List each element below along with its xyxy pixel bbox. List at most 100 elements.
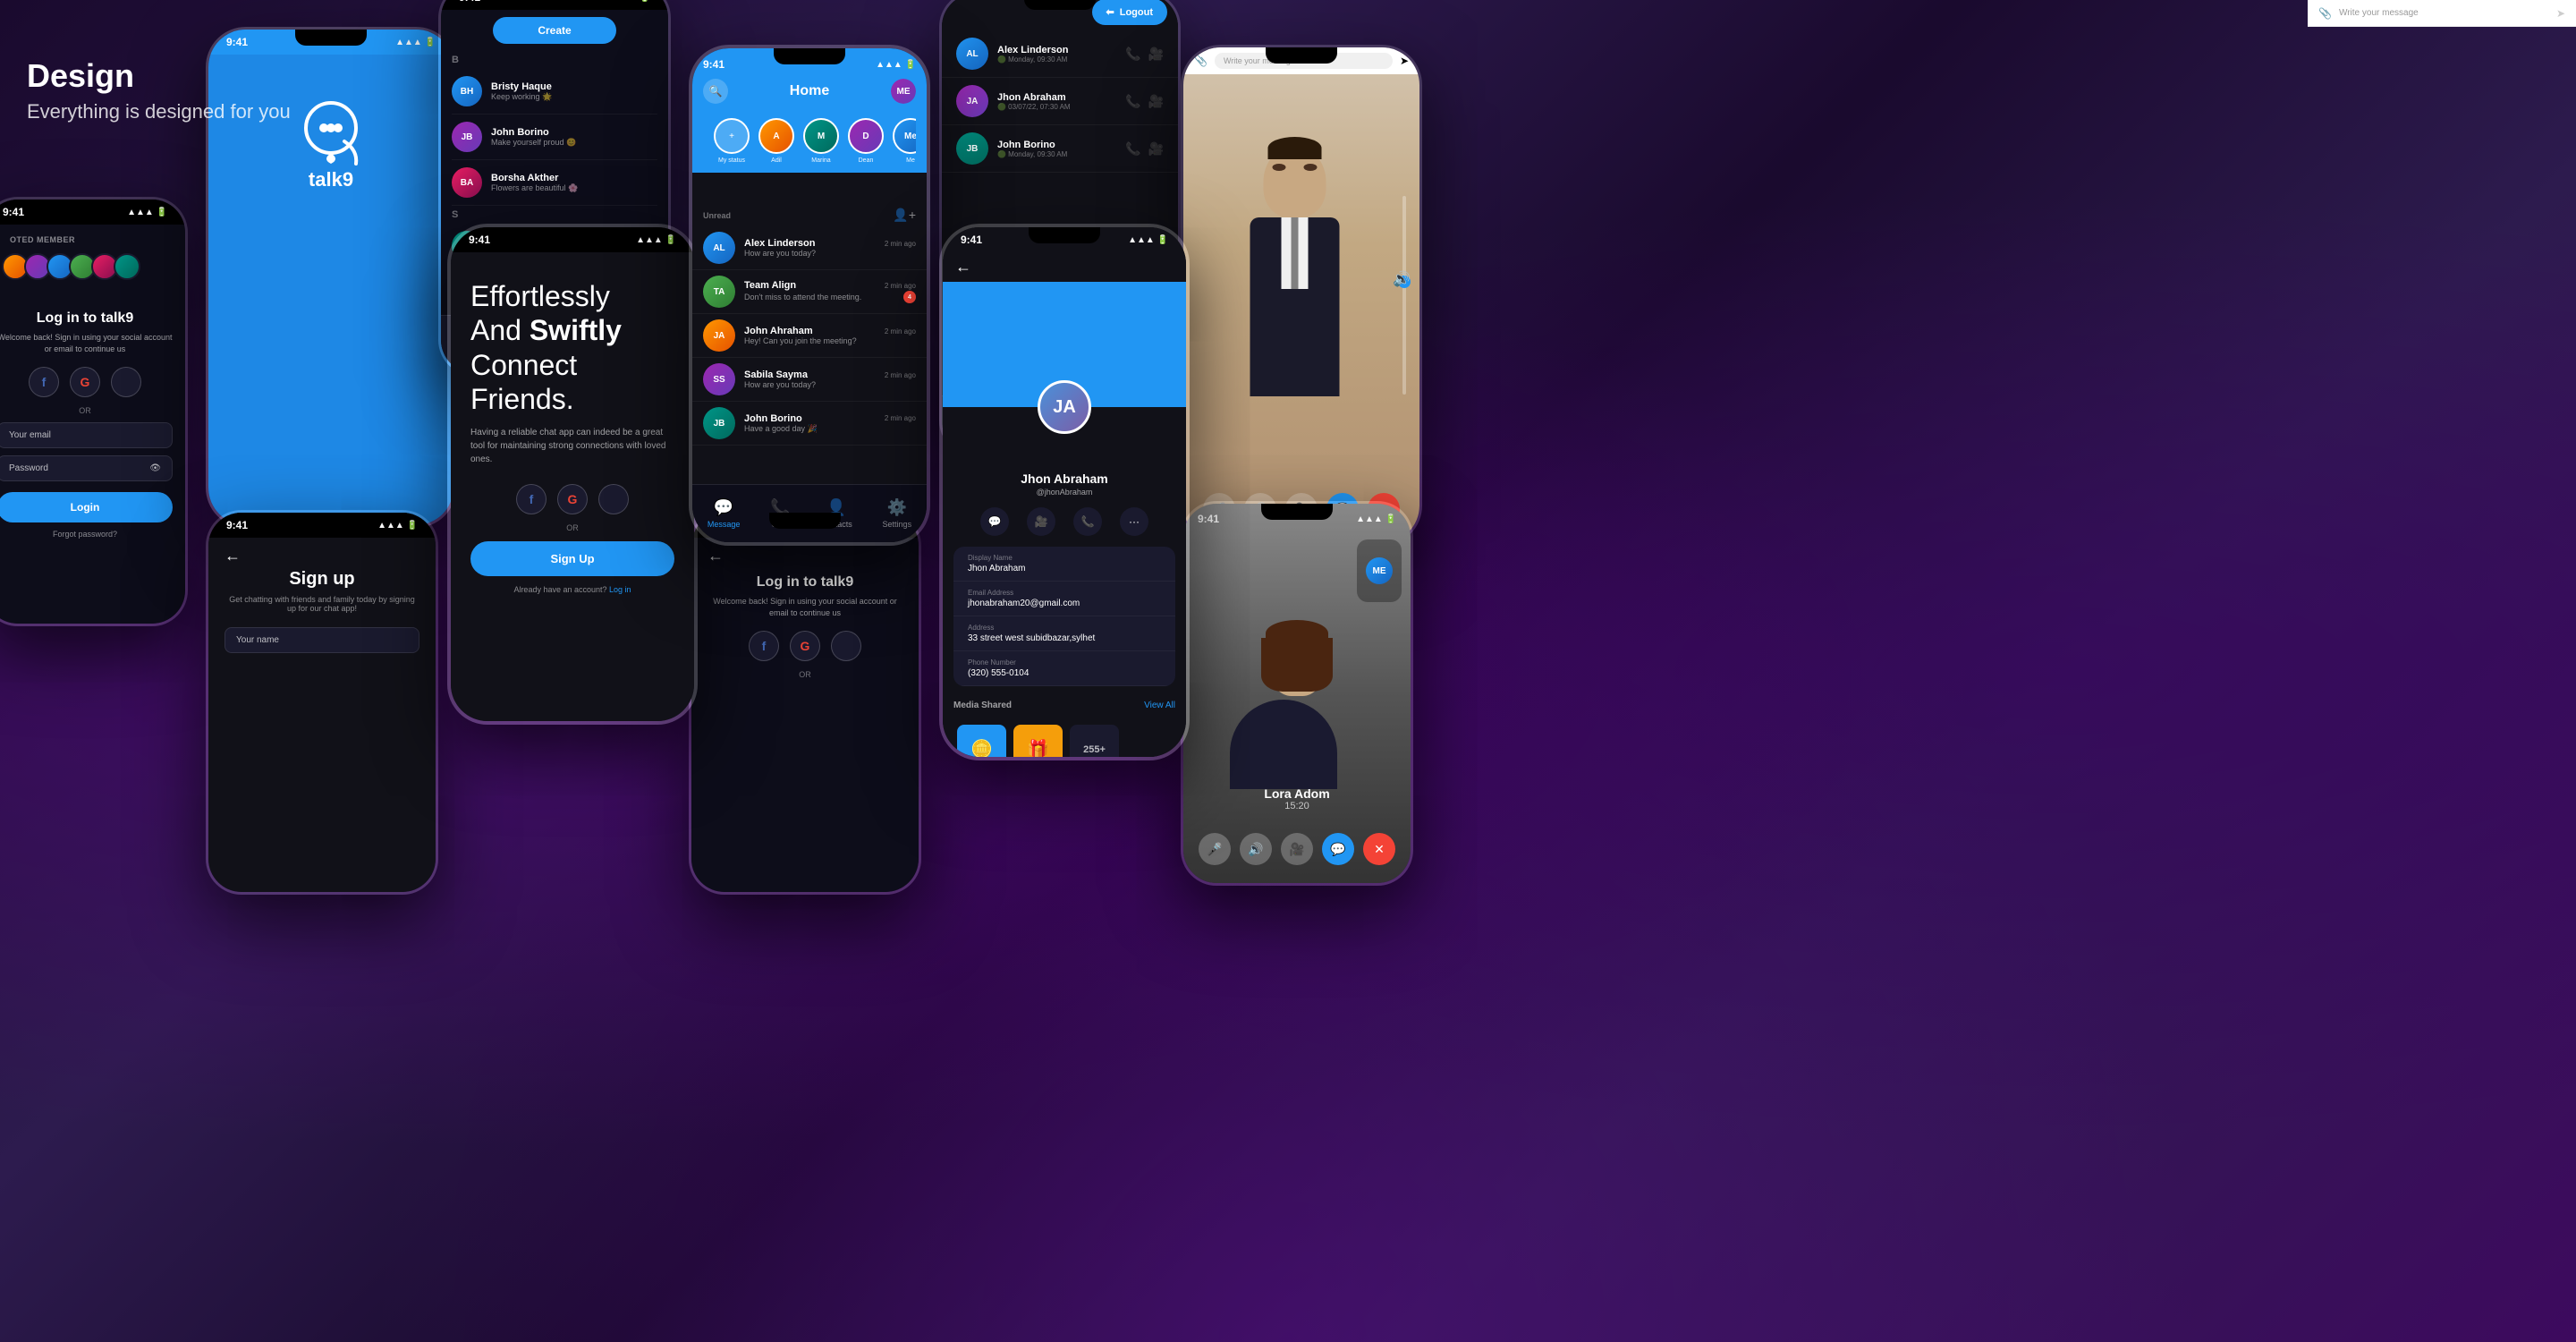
contact-bristy[interactable]: BH Bristy Haque Keep working 🌟 bbox=[452, 69, 657, 115]
social-row-5[interactable]: f G bbox=[470, 484, 674, 514]
camera-btn-lora[interactable]: 🎥 bbox=[1281, 833, 1313, 865]
address-value: 33 street west subidbazar,sylhet bbox=[968, 633, 1161, 643]
call-john-b[interactable]: JB John Borino 🟢 Monday, 09:30 AM 📞 🎥 bbox=[942, 125, 1178, 173]
login-link-5[interactable]: Log in bbox=[609, 585, 631, 594]
info-jhon-8: Jhon Abraham 🟢 03/07/22, 07:30 AM bbox=[997, 92, 1116, 111]
story-marina[interactable]: M Marina bbox=[803, 118, 839, 164]
profile-handle: @jhonAbraham bbox=[943, 488, 1186, 497]
hero-line-2: And Swiftly bbox=[470, 314, 622, 346]
login-button-1[interactable]: Login bbox=[0, 492, 173, 522]
profile-blue-header: JA bbox=[943, 282, 1186, 407]
name-field-signup[interactable]: Your name bbox=[225, 627, 419, 653]
logout-button[interactable]: ⬅ Logout bbox=[1092, 0, 1167, 25]
back-icon-9[interactable]: ← bbox=[955, 258, 971, 276]
speaker-btn-lora[interactable]: 🔊 bbox=[1240, 833, 1272, 865]
email-detail: Email Address jhonabraham20@gmail.com bbox=[953, 582, 1175, 616]
msg-team-row: Don't miss to attend the meeting. 4 bbox=[744, 291, 916, 303]
msg-sabila-6: How are you today? bbox=[744, 380, 916, 389]
nav-message-6[interactable]: 💬 Message bbox=[708, 498, 741, 529]
back-icon-7[interactable]: ← bbox=[708, 547, 902, 565]
logo-text: talk9 bbox=[309, 168, 353, 191]
facebook-btn-1[interactable]: f bbox=[29, 367, 59, 397]
profile-avatar-large: JA bbox=[1038, 380, 1091, 434]
apple-btn-5[interactable] bbox=[598, 484, 629, 514]
status-time-1: 9:41 bbox=[3, 206, 24, 218]
notch-1 bbox=[49, 200, 121, 216]
signup-sub: Get chatting with friends and family tod… bbox=[225, 595, 419, 613]
google-btn-1[interactable]: G bbox=[70, 367, 100, 397]
create-button[interactable]: Create bbox=[493, 17, 615, 44]
story-me[interactable]: Me Me bbox=[893, 118, 916, 164]
chat-btn-lora[interactable]: 💬 bbox=[1322, 833, 1354, 865]
call-jhon[interactable]: JA Jhon Abraham 🟢 03/07/22, 07:30 AM 📞 🎥 bbox=[942, 78, 1178, 125]
search-circle-btn[interactable]: 🔍 bbox=[703, 79, 728, 104]
status-time-5: 9:41 bbox=[469, 234, 490, 246]
message-icon-6: 💬 bbox=[714, 498, 733, 517]
chat-action-btn[interactable]: 💬 bbox=[980, 507, 1009, 536]
apple-btn-1[interactable] bbox=[111, 367, 141, 397]
email-field-1[interactable]: Your email bbox=[0, 422, 173, 448]
name-borsha: Borsha Akther bbox=[491, 173, 657, 183]
phone-icon-jhon[interactable]: 📞 bbox=[1125, 94, 1140, 109]
status-time-3: 9:41 bbox=[226, 519, 248, 531]
user-avatar-home[interactable]: ME bbox=[891, 79, 916, 104]
video-icon-jhon[interactable]: 🎥 bbox=[1148, 94, 1164, 109]
msg-john-a[interactable]: JA John Ahraham 2 min ago Hey! Can you j… bbox=[692, 314, 927, 358]
speaker-icon[interactable]: 🔊 bbox=[1393, 270, 1411, 288]
story-dean[interactable]: D Dean bbox=[848, 118, 884, 164]
end-btn-lora[interactable]: ✕ bbox=[1363, 833, 1395, 865]
logout-icon: ⬅ bbox=[1106, 6, 1114, 18]
view-all-btn[interactable]: View All bbox=[1144, 701, 1175, 710]
add-person-icon[interactable]: 👤+ bbox=[893, 208, 916, 223]
person-tie bbox=[1292, 217, 1299, 289]
status-icons-4: ▲▲▲ 🔋 bbox=[610, 0, 650, 3]
messages-list: Unread 👤+ AL Alex Linderson 2 min ago Ho… bbox=[692, 200, 927, 484]
video-icon-john-b[interactable]: 🎥 bbox=[1148, 141, 1164, 157]
call-alex[interactable]: AL Alex Linderson 🟢 Monday, 09:30 AM 📞 🎥 bbox=[942, 30, 1178, 78]
story-mystatus[interactable]: + My status bbox=[714, 118, 750, 164]
status-time-11: 9:41 bbox=[1198, 513, 1219, 525]
facebook-btn-7[interactable]: f bbox=[749, 631, 779, 661]
send-icon[interactable]: ➤ bbox=[1400, 55, 1409, 67]
caller-info: Lora Adom 15:20 bbox=[1183, 786, 1411, 811]
story-adil-avatar: A bbox=[758, 118, 794, 154]
phone-action-btn[interactable]: 📞 bbox=[1073, 507, 1102, 536]
signup-button-5[interactable]: Sign Up bbox=[470, 541, 674, 576]
send-icon-top[interactable]: ➤ bbox=[2556, 7, 2565, 20]
video-action-btn[interactable]: 🎥 bbox=[1027, 507, 1055, 536]
email-label-1: Your email bbox=[9, 430, 51, 440]
status-icons-11: ▲▲▲ 🔋 bbox=[1356, 514, 1396, 524]
msg-alex[interactable]: AL Alex Linderson 2 min ago How are you … bbox=[692, 226, 927, 270]
phone-icon-alex[interactable]: 📞 bbox=[1125, 47, 1140, 62]
msg-team[interactable]: TA Team Align 2 min ago Don't miss to at… bbox=[692, 270, 927, 314]
msg-sabila[interactable]: SS Sabila Sayma 2 min ago How are you to… bbox=[692, 358, 927, 402]
facebook-btn-5[interactable]: f bbox=[516, 484, 547, 514]
msg-john-borino[interactable]: JB John Borino 2 min ago Have a good day… bbox=[692, 402, 927, 446]
contact-john-borino[interactable]: JB John Borino Make yourself proud 😊 bbox=[452, 115, 657, 160]
forgot-password-1[interactable]: Forgot password? bbox=[0, 530, 173, 539]
nav-settings-6[interactable]: ⚙️ Settings bbox=[883, 498, 912, 529]
call-icons-jhon: 📞 🎥 bbox=[1125, 94, 1164, 109]
google-btn-5[interactable]: G bbox=[557, 484, 588, 514]
profile-name: Jhon Abraham bbox=[943, 471, 1186, 486]
contact-borsha[interactable]: BA Borsha Akther Flowers are beautiful 🌸 bbox=[452, 160, 657, 206]
member-6 bbox=[114, 253, 140, 280]
phone-icon-john-b[interactable]: 📞 bbox=[1125, 141, 1140, 157]
social-row-7[interactable]: f G bbox=[708, 631, 902, 661]
notch-10 bbox=[1266, 47, 1337, 64]
more-action-btn[interactable]: ··· bbox=[1120, 507, 1148, 536]
video-icon-alex[interactable]: 🎥 bbox=[1148, 47, 1164, 62]
write-message-input[interactable]: Write your message bbox=[2339, 8, 2549, 18]
name-john-a-6: John Ahraham bbox=[744, 326, 813, 336]
back-icon-3[interactable]: ← bbox=[225, 547, 419, 565]
notch-9 bbox=[1029, 227, 1100, 243]
social-row-1[interactable]: f G bbox=[0, 367, 173, 397]
mute-btn-lora[interactable]: 🎤 bbox=[1199, 833, 1231, 865]
apple-btn-7[interactable] bbox=[831, 631, 861, 661]
time-alex-6: 2 min ago bbox=[885, 240, 916, 248]
story-adil[interactable]: A Adil bbox=[758, 118, 794, 164]
volume-slider-track[interactable] bbox=[1402, 196, 1406, 395]
google-btn-7[interactable]: G bbox=[790, 631, 820, 661]
media-thumb-1: 🪙 bbox=[957, 725, 1006, 757]
password-field-1[interactable]: Password 👁 bbox=[0, 455, 173, 481]
